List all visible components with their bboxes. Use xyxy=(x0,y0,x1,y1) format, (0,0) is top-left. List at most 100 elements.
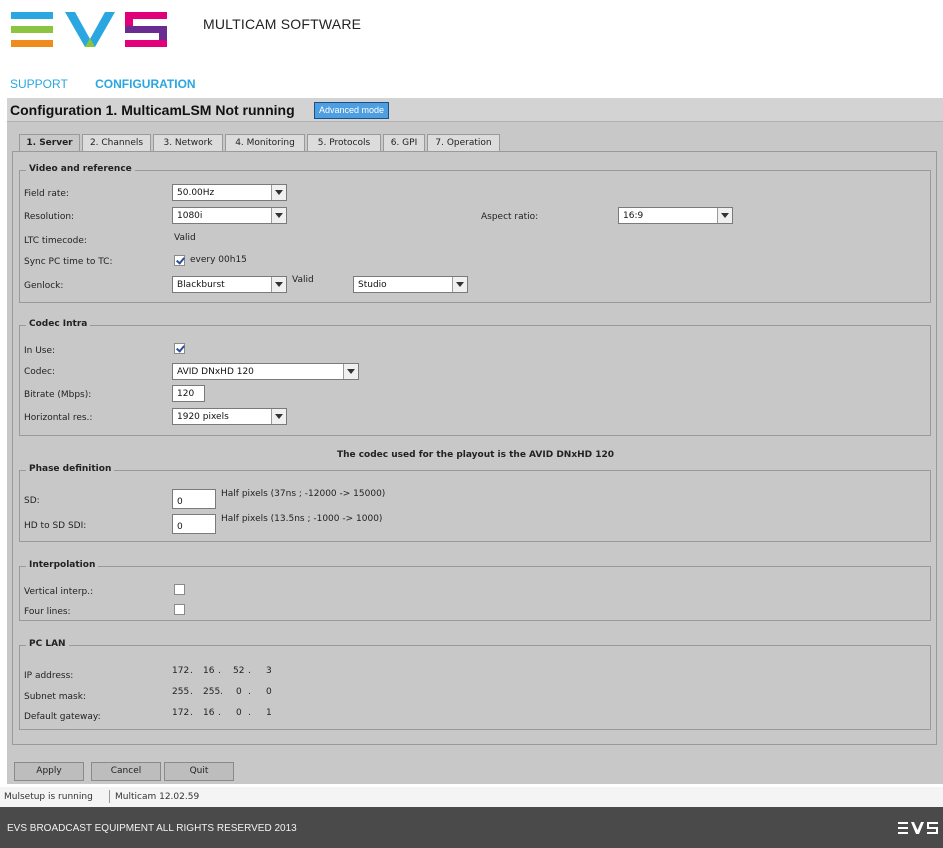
horizontal-res-label: Horizontal res.: xyxy=(24,413,93,423)
ip-dot-icon: . xyxy=(190,666,193,676)
status-version: Multicam 12.02.59 xyxy=(115,792,200,802)
hd-to-sd-phase-hint: Half pixels (13.5ns ; -1000 -> 1000) xyxy=(221,514,383,524)
mask-octet-4[interactable]: 0 xyxy=(266,687,272,697)
mask-octet-1[interactable]: 255 xyxy=(172,687,189,697)
quit-button[interactable]: Quit xyxy=(164,762,234,781)
phase-definition-legend: Phase definition xyxy=(26,464,115,474)
genlock-select[interactable]: Blackburst xyxy=(172,276,287,293)
pc-lan-legend: PC LAN xyxy=(26,639,69,649)
bitrate-label: Bitrate (Mbps): xyxy=(24,390,92,400)
vertical-interp-label: Vertical interp.: xyxy=(24,587,94,597)
aspect-ratio-label: Aspect ratio: xyxy=(481,212,539,222)
interpolation-legend: Interpolation xyxy=(26,560,99,570)
evs-logo xyxy=(11,12,167,47)
codec-intra-group: Codec Intra In Use: Codec: AVID DNxHD 12… xyxy=(19,319,931,436)
advanced-mode-button[interactable]: Advanced mode xyxy=(314,102,390,119)
bitrate-value: 120 xyxy=(177,389,195,399)
tab-channels[interactable]: 2. Channels xyxy=(82,134,151,152)
mask-octet-2[interactable]: 255 xyxy=(203,687,220,697)
codec-label: Codec: xyxy=(24,367,56,377)
in-use-checkbox[interactable] xyxy=(174,343,185,354)
mask-dot-icon: . xyxy=(190,687,193,697)
sd-phase-value: 0 xyxy=(177,497,183,507)
sd-label: SD: xyxy=(24,496,40,506)
genlock-value: Blackburst xyxy=(177,280,225,290)
ip-octet-2[interactable]: 16 xyxy=(203,666,214,676)
app-footer: EVS BROADCAST EQUIPMENT ALL RIGHTS RESER… xyxy=(0,807,943,848)
tab-gpi[interactable]: 6. GPI xyxy=(383,134,425,152)
app-header: MULTICAM SOFTWARE xyxy=(0,0,943,72)
gw-dot-icon: . xyxy=(248,708,251,718)
gw-octet-4[interactable]: 1 xyxy=(266,708,272,718)
gw-dot-icon: . xyxy=(218,708,221,718)
gw-octet-3[interactable]: 0 xyxy=(236,708,242,718)
ip-address-label: IP address: xyxy=(24,671,74,681)
aspect-ratio-value: 16:9 xyxy=(623,211,644,221)
gw-dot-icon: . xyxy=(190,708,193,718)
sd-phase-hint: Half pixels (37ns ; -12000 -> 15000) xyxy=(221,489,386,499)
hd-to-sd-phase-input[interactable]: 0 xyxy=(172,514,216,534)
ltc-timecode-label: LTC timecode: xyxy=(24,236,87,246)
chevron-down-icon xyxy=(271,208,286,223)
field-rate-label: Field rate: xyxy=(24,189,69,199)
top-nav: SUPPORT CONFIGURATION xyxy=(10,77,220,91)
video-reference-legend: Video and reference xyxy=(26,164,135,174)
mask-octet-3[interactable]: 0 xyxy=(236,687,242,697)
field-rate-select[interactable]: 50.00Hz xyxy=(172,184,287,201)
playout-codec-note: The codec used for the playout is the AV… xyxy=(336,450,615,460)
nav-support[interactable]: SUPPORT xyxy=(10,77,68,91)
video-reference-group: Video and reference Field rate: 50.00Hz … xyxy=(19,164,931,303)
resolution-value: 1080i xyxy=(177,211,203,221)
tab-operation[interactable]: 7. Operation xyxy=(427,134,500,152)
sd-phase-input[interactable]: 0 xyxy=(172,489,216,509)
mask-dot-icon: . xyxy=(248,687,251,697)
configuration-panel: Configuration 1. MulticamLSM Not running… xyxy=(7,98,943,784)
tab-monitoring[interactable]: 4. Monitoring xyxy=(225,134,305,152)
tab-protocols[interactable]: 5. Protocols xyxy=(307,134,381,152)
bitrate-input[interactable]: 120 xyxy=(172,385,205,402)
aspect-ratio-select[interactable]: 16:9 xyxy=(618,207,733,224)
four-lines-label: Four lines: xyxy=(24,607,71,617)
gw-octet-2[interactable]: 16 xyxy=(203,708,214,718)
ip-octet-3[interactable]: 52 xyxy=(233,666,244,676)
ip-octet-4[interactable]: 3 xyxy=(266,666,272,676)
resolution-select[interactable]: 1080i xyxy=(172,207,287,224)
chevron-down-icon xyxy=(343,364,358,379)
phase-definition-group: Phase definition SD: 0 Half pixels (37ns… xyxy=(19,464,931,542)
chevron-down-icon xyxy=(717,208,732,223)
status-bar: Mulsetup is running Multicam 12.02.59 xyxy=(0,787,943,807)
pc-lan-group: PC LAN IP address: 172 . 16 . 52 . 3 Sub… xyxy=(19,639,931,730)
gw-octet-1[interactable]: 172 xyxy=(172,708,189,718)
interpolation-group: Interpolation Vertical interp.: Four lin… xyxy=(19,560,931,621)
status-running: Mulsetup is running xyxy=(4,792,93,802)
nav-configuration[interactable]: CONFIGURATION xyxy=(95,77,195,91)
four-lines-checkbox[interactable] xyxy=(174,604,185,615)
cancel-button[interactable]: Cancel xyxy=(91,762,161,781)
field-rate-value: 50.00Hz xyxy=(177,188,215,198)
genlock-mode-select[interactable]: Studio xyxy=(353,276,468,293)
tab-content-server: Video and reference Field rate: 50.00Hz … xyxy=(12,151,937,745)
sync-pc-time-checkbox[interactable] xyxy=(174,255,185,266)
chevron-down-icon xyxy=(452,277,467,292)
genlock-mode-value: Studio xyxy=(358,280,387,290)
apply-button[interactable]: Apply xyxy=(14,762,84,781)
genlock-status: Valid xyxy=(292,275,314,285)
copyright-text: EVS BROADCAST EQUIPMENT ALL RIGHTS RESER… xyxy=(7,823,297,834)
ip-octet-1[interactable]: 172 xyxy=(172,666,189,676)
chevron-down-icon xyxy=(271,277,286,292)
hd-to-sd-phase-value: 0 xyxy=(177,522,183,532)
vertical-interp-checkbox[interactable] xyxy=(174,584,185,595)
status-separator xyxy=(109,790,110,803)
codec-select[interactable]: AVID DNxHD 120 xyxy=(172,363,359,380)
chevron-down-icon xyxy=(271,185,286,200)
page-title: Configuration 1. MulticamLSM Not running xyxy=(10,102,295,118)
resolution-label: Resolution: xyxy=(24,212,75,222)
tab-network[interactable]: 3. Network xyxy=(153,134,223,152)
hd-to-sd-label: HD to SD SDI: xyxy=(24,521,87,531)
codec-value: AVID DNxHD 120 xyxy=(177,367,254,377)
horizontal-res-select[interactable]: 1920 pixels xyxy=(172,408,287,425)
sync-pc-time-label: Sync PC time to TC: xyxy=(24,257,113,267)
ip-dot-icon: . xyxy=(218,666,221,676)
ltc-timecode-value: Valid xyxy=(174,233,196,243)
genlock-label: Genlock: xyxy=(24,281,64,291)
